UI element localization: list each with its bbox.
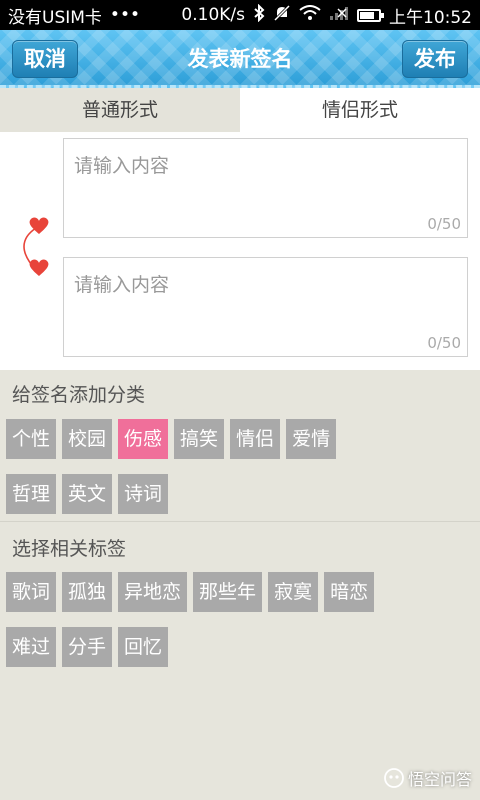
input-area: 0/50 0/50: [0, 132, 480, 370]
first-signature-box: 0/50: [63, 138, 468, 238]
tag-chip[interactable]: 暗恋: [324, 572, 375, 612]
second-char-counter: 0/50: [427, 334, 461, 352]
category-chip-selected[interactable]: 伤感: [118, 419, 169, 459]
tag-chip[interactable]: 异地恋: [118, 572, 188, 612]
signal-icon: [329, 5, 349, 25]
category-chip[interactable]: 爱情: [286, 419, 337, 459]
category-chip[interactable]: 个性: [6, 419, 57, 459]
category-chip[interactable]: 诗词: [118, 474, 169, 514]
wifi-icon: [299, 5, 321, 25]
category-chip[interactable]: 哲理: [6, 474, 57, 514]
category-row-2: 哲理 英文 诗词: [6, 474, 169, 514]
second-signature-box: 0/50: [63, 257, 468, 357]
first-char-counter: 0/50: [427, 215, 461, 233]
tag-row-1: 歌词 孤独 异地恋 那些年 寂寞 暗恋: [6, 572, 375, 612]
category-section-title: 给签名添加分类: [12, 384, 146, 406]
nav-bar: 发表新签名 取消 发布: [0, 30, 480, 88]
status-left: 没有USIM卡 •••: [8, 3, 140, 28]
category-row-1: 个性 校园 伤感 搞笑 情侣 爱情: [6, 419, 337, 459]
publish-button[interactable]: 发布: [402, 40, 468, 78]
watermark-text: 悟空问答: [407, 770, 472, 789]
tag-chip[interactable]: 回忆: [118, 627, 169, 667]
tag-chip[interactable]: 难过: [6, 627, 57, 667]
cancel-button[interactable]: 取消: [12, 40, 78, 78]
tag-chip[interactable]: 分手: [62, 627, 113, 667]
tab-normal-form[interactable]: 普通形式: [0, 88, 240, 132]
clock-time: 上午10:52: [389, 7, 472, 28]
carrier-text: 没有USIM卡: [8, 7, 102, 28]
battery-icon: [357, 8, 384, 22]
tag-chip[interactable]: 歌词: [6, 572, 57, 612]
tag-row-2: 难过 分手 回忆: [6, 627, 169, 667]
tag-chip[interactable]: 寂寞: [268, 572, 319, 612]
first-signature-input[interactable]: [64, 139, 467, 237]
network-speed: 0.10K/s: [181, 5, 245, 25]
couple-hearts-icon: [23, 217, 49, 276]
watermark-logo-icon: [384, 768, 404, 788]
section-divider: [0, 521, 480, 522]
notification-dots: •••: [109, 5, 141, 25]
bluetooth-icon: [253, 3, 265, 26]
watermark: 悟空问答: [384, 766, 472, 790]
form-type-tabs: 普通形式 情侣形式: [0, 88, 480, 132]
second-signature-input[interactable]: [64, 258, 467, 356]
tag-chip[interactable]: 孤独: [62, 572, 113, 612]
tag-section-title: 选择相关标签: [12, 538, 127, 560]
tag-chip[interactable]: 那些年: [193, 572, 263, 612]
status-bar: 没有USIM卡 ••• 0.10K/s 上午10:52: [0, 0, 480, 30]
category-chip[interactable]: 搞笑: [174, 419, 225, 459]
category-chip[interactable]: 情侣: [230, 419, 281, 459]
category-chip[interactable]: 校园: [62, 419, 113, 459]
tab-couple-form[interactable]: 情侣形式: [240, 88, 480, 132]
mute-icon: [273, 4, 291, 26]
category-chip[interactable]: 英文: [62, 474, 113, 514]
status-right: 0.10K/s 上午10:52: [181, 3, 472, 28]
